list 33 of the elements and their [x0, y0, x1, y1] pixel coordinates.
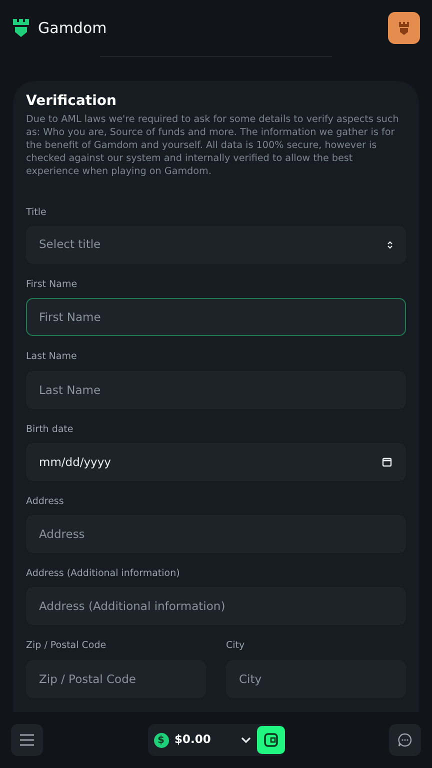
select-field[interactable]: Select title: [26, 226, 406, 264]
balance-amount: $0.00: [174, 731, 212, 748]
input-field[interactable]: Zip / Postal Code: [26, 660, 206, 698]
chat-button[interactable]: [389, 724, 421, 756]
brand-name[interactable]: Gamdom: [38, 16, 107, 40]
field-label: Birth date: [26, 422, 74, 437]
field-label: Address (Additional information): [26, 567, 181, 582]
input-field[interactable]: City: [226, 660, 406, 698]
field-label: Address: [26, 494, 65, 509]
calendar-icon[interactable]: [382, 456, 392, 467]
input-field[interactable]: Last Name: [26, 370, 406, 409]
coin-icon: $: [154, 732, 168, 748]
date-field[interactable]: mm/dd/yyyy: [26, 442, 406, 481]
logo-icon: [12, 18, 30, 38]
field-label: Last Name: [26, 350, 78, 364]
field-label: City: [226, 639, 246, 654]
wallet-button[interactable]: [256, 726, 284, 754]
menu-icon: [20, 734, 34, 746]
input-field[interactable]: Address: [26, 515, 406, 554]
balance-selector[interactable]: $ $0.00: [148, 724, 284, 756]
input-field[interactable]: First Name: [26, 298, 406, 336]
description-text: Due to AML laws we're required to ask for some details to verify aspects such as: Who you are, Source of funds and more. The information we gather is for the benefit of Gamdom and yourself. All data is 100% secure, however is checked against our system and internally verified to allow the best experience when playing on Gamdom.: [26, 112, 400, 178]
field-label: First Name: [26, 278, 78, 292]
field-label: Zip / Postal Code: [26, 639, 108, 654]
input-field[interactable]: Address (Additional information): [26, 587, 406, 626]
chevron-down-icon: [240, 737, 250, 743]
sort-caret-icon: [387, 240, 393, 250]
card-title: Verification: [26, 93, 118, 110]
chat-icon: [398, 733, 412, 747]
field-label: Title: [26, 206, 48, 220]
profile-avatar[interactable]: [388, 12, 420, 44]
menu-button[interactable]: [11, 724, 43, 756]
wallet-icon: [262, 732, 278, 748]
